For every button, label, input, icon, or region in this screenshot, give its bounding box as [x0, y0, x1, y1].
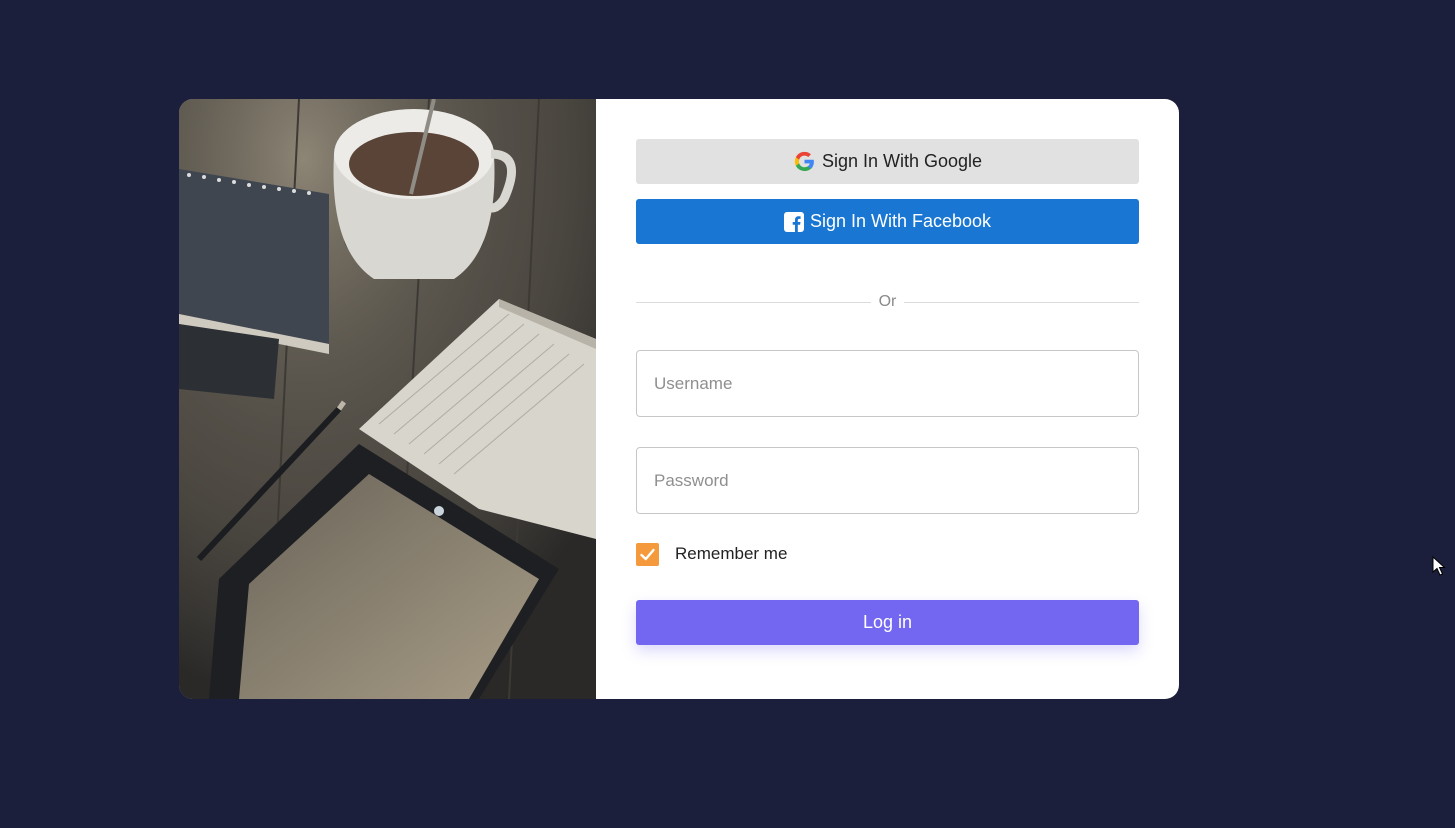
- check-icon: [640, 548, 655, 560]
- desk-scene-illustration: [179, 99, 596, 699]
- facebook-f-icon: [783, 211, 804, 232]
- google-signin-button[interactable]: Sign In With Google: [636, 139, 1139, 184]
- mouse-pointer-icon: [1432, 556, 1446, 576]
- facebook-signin-label: Sign In With Facebook: [809, 211, 992, 231]
- login-button[interactable]: Log in: [636, 600, 1139, 645]
- google-g-icon: [793, 150, 816, 173]
- password-input[interactable]: [636, 447, 1139, 514]
- username-input[interactable]: [636, 350, 1139, 417]
- facebook-signin-button[interactable]: Sign In With Facebook: [636, 199, 1139, 244]
- hero-photo: [179, 99, 596, 699]
- or-divider: Or: [636, 292, 1139, 312]
- divider-text: Or: [878, 293, 897, 310]
- remember-me-label[interactable]: Remember me: [675, 544, 787, 564]
- divider-line-left: [636, 301, 871, 303]
- remember-me-checkbox[interactable]: [636, 542, 659, 566]
- login-form: Sign In With Google Sign In With Faceboo…: [596, 99, 1179, 699]
- remember-me-row: Remember me: [636, 542, 1139, 566]
- divider-line-right: [904, 301, 1139, 303]
- google-signin-label: Sign In With Google: [821, 151, 983, 171]
- login-card: Sign In With Google Sign In With Faceboo…: [179, 99, 1179, 699]
